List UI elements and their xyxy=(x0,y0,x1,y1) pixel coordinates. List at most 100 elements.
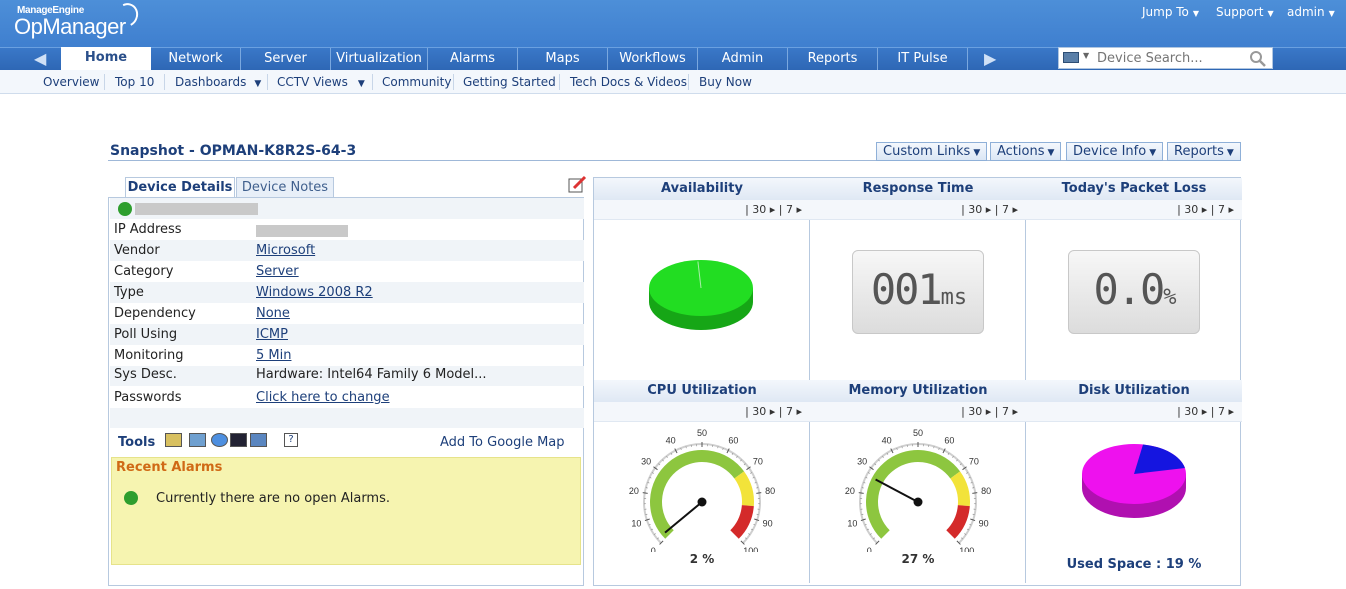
tab-it-pulse[interactable]: IT Pulse xyxy=(878,48,968,71)
tab-network[interactable]: Network xyxy=(151,48,241,71)
device-info-button[interactable]: Device Info ▼ xyxy=(1066,142,1164,161)
gauge-tick-label: 30 xyxy=(857,456,867,466)
detail-label: Poll Using xyxy=(114,327,178,342)
remote-desktop-icon[interactable] xyxy=(250,433,267,447)
gauge-tick-label: 80 xyxy=(765,486,775,496)
widget-period-controls[interactable]: | 30 ▸ | 7 ▸ xyxy=(810,200,1026,220)
widget-period-controls[interactable]: | 30 ▸ | 7 ▸ xyxy=(1026,200,1242,220)
gauge-tick-label: 90 xyxy=(979,518,989,528)
terminal-icon[interactable] xyxy=(230,433,247,447)
widget-title: CPU Utilization xyxy=(594,380,810,402)
subnav-overview[interactable]: Overview xyxy=(43,75,100,89)
nav-left-arrow-icon[interactable]: ◀ xyxy=(34,48,46,70)
gauge-tick-label: 60 xyxy=(944,436,954,446)
widget-title: Availability xyxy=(594,178,810,200)
tab-alarms[interactable]: Alarms xyxy=(428,48,518,71)
device-search-box[interactable]: ▼ xyxy=(1058,47,1273,69)
chevron-down-icon: ▼ xyxy=(1047,148,1055,158)
caret-down-icon[interactable]: ▼ xyxy=(1083,51,1089,60)
subnav-community[interactable]: Community xyxy=(382,75,451,89)
widget-period-controls[interactable]: | 30 ▸ | 7 ▸ xyxy=(810,402,1026,422)
passwords-link[interactable]: Click here to change xyxy=(256,390,390,405)
subnav-separator xyxy=(688,74,689,90)
packet-loss-value: 0.0 xyxy=(1093,265,1165,314)
gauge-tick-label: 50 xyxy=(913,428,923,438)
vendor-link[interactable]: Microsoft xyxy=(256,243,315,258)
subnav-tech-docs[interactable]: Tech Docs & Videos xyxy=(570,75,687,89)
tab-server[interactable]: Server xyxy=(241,48,331,71)
no-alarms-message: Currently there are no open Alarms. xyxy=(156,491,390,506)
chevron-down-icon: ▼ xyxy=(254,79,262,89)
subnav-top10[interactable]: Top 10 xyxy=(115,75,154,89)
device-search-input[interactable] xyxy=(1097,50,1247,67)
widget-title: Disk Utilization xyxy=(1026,380,1242,402)
tab-maps[interactable]: Maps xyxy=(518,48,608,71)
gauge-tick xyxy=(972,492,978,494)
subnav-separator xyxy=(453,74,454,90)
detail-row: Sys Desc. Hardware: Intel64 Family 6 Mode… xyxy=(110,366,584,386)
detail-row: Dependency None xyxy=(110,303,584,324)
subnav-getting-started[interactable]: Getting Started xyxy=(463,75,556,89)
chevron-down-icon: ▼ xyxy=(973,148,981,158)
user-menu[interactable]: admin ▼ xyxy=(1287,5,1335,19)
nav-right-arrow-icon[interactable]: ▶ xyxy=(984,48,996,70)
ping-icon[interactable] xyxy=(165,433,182,447)
recent-alarms-box: Recent Alarms Currently there are no ope… xyxy=(111,457,581,565)
type-link[interactable]: Windows 2008 R2 xyxy=(256,285,373,300)
packet-loss-display: 0.0% xyxy=(1068,250,1200,334)
widget-period-controls[interactable]: | 30 ▸ | 7 ▸ xyxy=(1026,402,1242,422)
device-name-link[interactable] xyxy=(135,203,258,215)
gauge-inner-ring xyxy=(880,464,956,529)
cpu-value-label: 2 % xyxy=(689,552,715,566)
check-icon xyxy=(124,491,138,505)
monitor-icon[interactable] xyxy=(189,433,206,447)
detail-label: Passwords xyxy=(114,390,182,405)
subnav-buy-now[interactable]: Buy Now xyxy=(699,75,752,89)
gauge-yellow-band xyxy=(950,471,970,507)
tab-workflows[interactable]: Workflows xyxy=(608,48,698,71)
gauge-tick-label: 60 xyxy=(728,436,738,446)
check-icon xyxy=(118,202,132,216)
response-time-value: 001 xyxy=(870,265,943,314)
response-time-display: 001ms xyxy=(852,250,984,334)
monitor-icon[interactable] xyxy=(1063,52,1079,63)
chevron-down-icon: ▼ xyxy=(1226,148,1234,158)
actions-button[interactable]: Actions ▼ xyxy=(990,142,1062,161)
response-time-unit: ms xyxy=(940,285,968,310)
page-title: Snapshot - OPMAN-K8R2S-64-3 xyxy=(110,143,357,159)
add-to-google-map-link[interactable]: Add To Google Map xyxy=(440,435,565,450)
widget-title: Memory Utilization xyxy=(810,380,1026,402)
dependency-link[interactable]: None xyxy=(256,306,290,321)
subnav-separator xyxy=(372,74,373,90)
gauge-tick-label: 90 xyxy=(763,518,773,528)
globe-icon[interactable] xyxy=(211,433,228,447)
tab-reports[interactable]: Reports xyxy=(788,48,878,71)
detail-label: Vendor xyxy=(114,243,160,258)
edit-icon[interactable] xyxy=(567,174,587,194)
custom-links-button[interactable]: Custom Links ▼ xyxy=(876,142,988,161)
support-menu[interactable]: Support ▼ xyxy=(1216,5,1274,19)
category-link[interactable]: Server xyxy=(256,264,299,279)
tab-virtualization[interactable]: Virtualization xyxy=(331,48,428,71)
tab-home[interactable]: Home xyxy=(61,47,151,72)
search-icon[interactable] xyxy=(1249,50,1267,68)
poll-using-link[interactable]: ICMP xyxy=(256,327,288,342)
detail-row: Vendor Microsoft xyxy=(110,240,584,261)
jump-to-menu[interactable]: Jump To ▼ xyxy=(1142,5,1199,19)
tab-device-details[interactable]: Device Details xyxy=(125,177,235,198)
subnav-separator xyxy=(267,74,268,90)
disk-utilization-widget: Disk Utilization | 30 ▸ | 7 ▸ Used Space… xyxy=(1026,380,1242,583)
tab-device-notes[interactable]: Device Notes xyxy=(236,177,334,197)
help-icon[interactable]: ? xyxy=(284,433,298,447)
monitoring-link[interactable]: 5 Min xyxy=(256,348,291,363)
tab-admin[interactable]: Admin xyxy=(698,48,788,71)
widget-period-controls[interactable]: | 30 ▸ | 7 ▸ xyxy=(594,200,810,220)
subnav-cctv-views[interactable]: CCTV Views ▼ xyxy=(277,75,365,89)
subnav-dashboards[interactable]: Dashboards ▼ xyxy=(175,75,261,89)
device-details-panel: IP Address Vendor Microsoft Category Serve… xyxy=(108,197,584,586)
detail-label: Type xyxy=(114,285,144,300)
reports-button[interactable]: Reports ▼ xyxy=(1167,142,1241,161)
used-space-label: Used Space : 19 % xyxy=(1066,557,1202,572)
widget-period-controls[interactable]: | 30 ▸ | 7 ▸ xyxy=(594,402,810,422)
brand-logo[interactable]: OpManager xyxy=(14,14,126,40)
